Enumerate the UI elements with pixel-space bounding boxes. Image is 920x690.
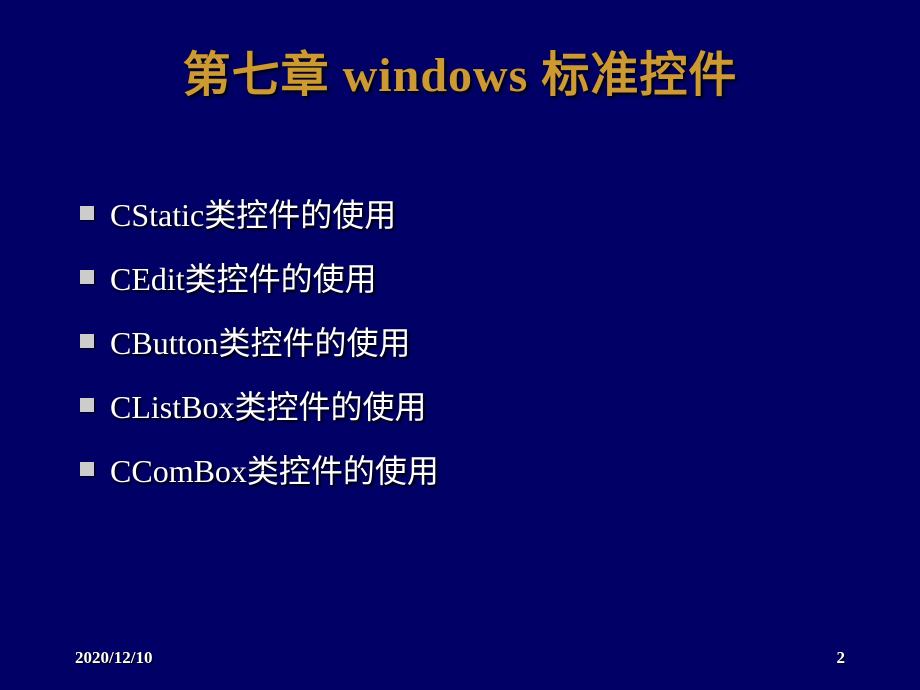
bullet-icon xyxy=(80,334,94,348)
bullet-text: CButton类控件的使用 xyxy=(110,318,410,364)
bullet-icon xyxy=(80,398,94,412)
list-item: CStatic类控件的使用 xyxy=(80,190,920,236)
slide-footer: 2020/12/10 2 xyxy=(0,648,920,668)
footer-date: 2020/12/10 xyxy=(75,648,152,668)
bullet-icon xyxy=(80,270,94,284)
bullet-text: CStatic类控件的使用 xyxy=(110,190,396,236)
bullet-icon xyxy=(80,462,94,476)
list-item: CEdit类控件的使用 xyxy=(80,254,920,300)
bullet-text: CComBox类控件的使用 xyxy=(110,446,439,492)
list-item: CListBox类控件的使用 xyxy=(80,382,920,428)
bullet-list: CStatic类控件的使用 CEdit类控件的使用 CButton类控件的使用 … xyxy=(80,190,920,492)
slide-title: 第七章 windows 标准控件 xyxy=(0,0,920,105)
footer-page-number: 2 xyxy=(837,648,846,668)
list-item: CButton类控件的使用 xyxy=(80,318,920,364)
bullet-text: CEdit类控件的使用 xyxy=(110,254,377,300)
bullet-text: CListBox类控件的使用 xyxy=(110,382,426,428)
bullet-icon xyxy=(80,206,94,220)
list-item: CComBox类控件的使用 xyxy=(80,446,920,492)
